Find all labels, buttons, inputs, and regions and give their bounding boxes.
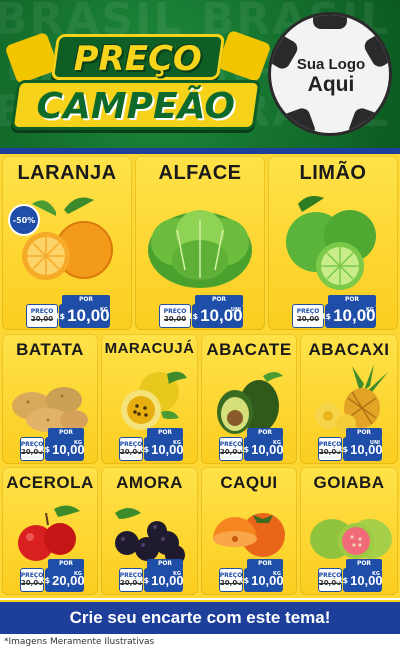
product-card-caqui[interactable]: CAQUI PREÇO 20,00 POR R$ 10,00 KG [201,467,297,595]
price-tag: PREÇO 20,00 POR R$ 10,00 KG [292,295,376,328]
title-line-1: PREÇO [50,34,226,80]
logo-line-1: Sua Logo [296,55,366,73]
product-card-amora[interactable]: AMORA PREÇO 20,00 POR R$ 10,00 KG [101,467,198,595]
product-name: MARACUJÁ [104,340,195,357]
price-tag: PREÇO 20,00 POR R$ 10,00 UNI [159,295,243,328]
guava-icon [310,519,392,559]
product-card-alface[interactable]: ALFACE PREÇO 20,00 POR R$ 10,00 UNI [135,156,265,330]
product-name: GOIABA [313,473,385,492]
new-price: R$ 10,00 KG [336,568,383,592]
product-card-goiaba[interactable]: GOIABA PREÇO 20,00 POR R$ 10,00 KG [300,467,398,595]
lime-icon [286,196,376,290]
product-name: ACEROLA [6,473,94,492]
title-line-2: CAMPEÃO [10,80,262,130]
acerola-icon [18,505,80,561]
price-tag: PREÇO 20,00 POR R$ 10,00 KG [219,428,284,461]
new-price: R$ 10,00 KG [237,437,284,461]
price-tag: PREÇO 20,00 POR R$ 10,00 KG [318,559,383,592]
ball-patch-icon [313,15,347,29]
pineapple-icon [315,364,388,434]
product-card-batata[interactable]: BATATA PREÇO 20,00 POR R$ 10,00 KG [2,334,98,464]
cta-banner[interactable]: Crie seu encarte com este tema! [0,600,400,634]
passion-fruit-icon [121,371,187,430]
product-name: ABACAXI [308,340,390,359]
new-price: R$ 10,00 UNI [186,304,243,328]
price-tag: PREÇO 20,00 POR R$ 10,00 KG [20,428,85,461]
ball-patch-icon [274,106,318,133]
title-logo: PREÇO CAMPEÃO [4,22,272,134]
persimmon-icon [213,513,285,557]
blackberry-icon [115,508,185,565]
new-price: R$ 10,00 KG [38,437,85,461]
product-card-maracuja[interactable]: MARACUJÁ PREÇO 20,00 POR R$ 10,00 KG [101,334,198,464]
cta-text: Crie seu encarte com este tema! [69,608,331,627]
logo-line-2: Aqui [307,72,355,96]
trophy-handle-left-icon [4,31,60,85]
new-price: R$ 10,00 KG [137,437,184,461]
disclaimer-text: *Imagens Meramente Ilustrativas [4,637,155,647]
new-price: R$ 10,00 KG [237,568,284,592]
product-name: CAQUI [220,473,278,492]
price-tag: PREÇO 20,00 POR R$ 10,00 KG [219,559,284,592]
new-price: R$ 10,00 KG [53,304,110,328]
product-card-laranja[interactable]: LARANJA -50% PREÇO 20,00 POR R$ 10,00 KG [2,156,132,330]
price-tag: PREÇO 20,00 POR R$ 10,00 KG [26,295,110,328]
potato-icon [12,387,88,432]
product-card-abacaxi[interactable]: ABACAXI PREÇO 20,00 POR R$ 10,00 UNI [300,334,398,464]
new-price: R$ 20,00 KG [38,568,85,592]
product-card-acerola[interactable]: ACEROLA PREÇO 20,00 POR R$ 20,00 KG [2,467,98,595]
price-tag: PREÇO 20,00 POR R$ 10,00 KG [119,559,184,592]
avocado-icon [217,372,283,434]
header-banner: BRASIL BRASIL BRASIL BRASIL BRASIL BRASI… [0,0,400,148]
new-price: R$ 10,00 KG [137,568,184,592]
logo-text: Sua Logo Aqui [291,45,371,107]
price-tag: PREÇO 20,00 POR R$ 10,00 UNI [318,428,383,461]
product-name: BATATA [16,340,84,359]
product-name: LARANJA [17,162,117,184]
orange-icon [22,197,113,280]
product-name: AMORA [116,473,183,492]
product-card-limao[interactable]: LIMÃO PREÇO 20,00 POR R$ 10,00 KG [268,156,398,330]
product-name: ABACATE [206,340,292,359]
product-grid: LARANJA -50% PREÇO 20,00 POR R$ 10,00 KG A… [0,154,400,598]
product-card-abacate[interactable]: ABACATE PREÇO 20,00 POR R$ 10,00 KG [201,334,297,464]
price-tag: PREÇO 20,00 POR R$ 20,00 KG [20,559,85,592]
lettuce-icon [148,210,252,288]
new-price: R$ 10,00 UNI [336,437,383,461]
product-name: LIMÃO [299,162,367,184]
price-tag: PREÇO 20,00 POR R$ 10,00 KG [119,428,184,461]
trophy-handle-right-icon [216,29,272,83]
logo-placeholder[interactable]: Sua Logo Aqui [268,12,392,136]
new-price: R$ 10,00 KG [319,304,376,328]
product-name: ALFACE [158,162,242,184]
